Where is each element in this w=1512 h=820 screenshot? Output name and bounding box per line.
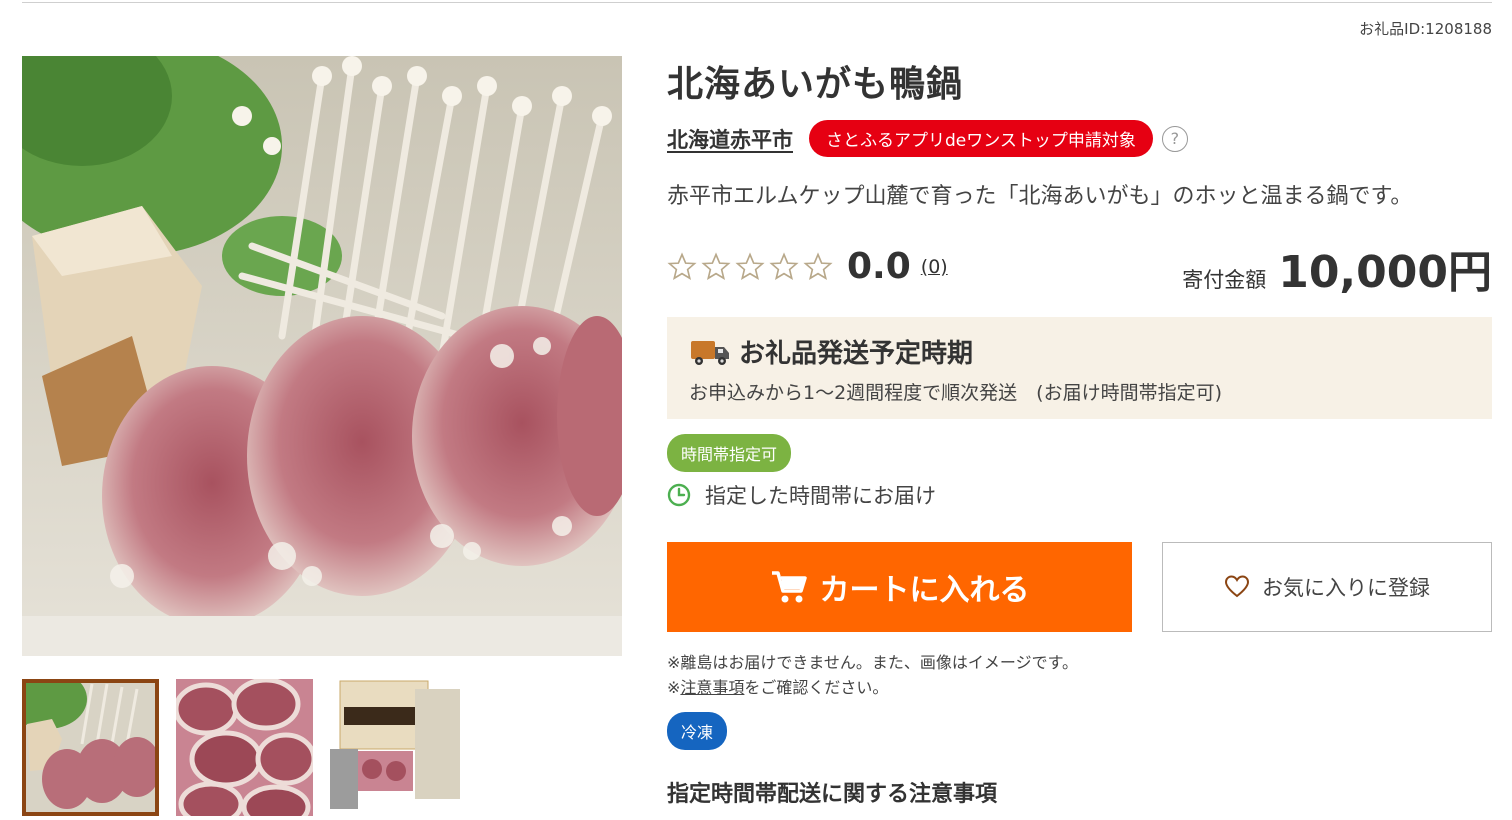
help-icon[interactable]: ? — [1161, 125, 1188, 152]
note-remote-islands: ※離島はお届けできません。また、画像はイメージです。 — [667, 653, 1079, 672]
add-favorite-label: お気に入りに登録 — [1262, 577, 1430, 600]
top-divider — [22, 2, 1492, 3]
rating-row: 0.0 (0) — [667, 246, 948, 287]
price-label: 寄付金額 — [1182, 268, 1267, 292]
precautions-link[interactable]: 注意事項 — [680, 678, 744, 697]
shipping-title: お礼品発送予定時期 — [739, 339, 974, 369]
thumbnail-strip — [22, 679, 467, 816]
star-outline-icon — [769, 251, 799, 280]
heart-icon — [1224, 575, 1250, 598]
star-outline-icon — [667, 251, 697, 280]
note-precautions: ※注意事項をご確認ください。 — [667, 674, 888, 698]
app-onestop-badge: さとふるアプリdeワンストップ申請対象 — [809, 120, 1153, 157]
thumbnail-2[interactable] — [176, 679, 313, 816]
shipping-schedule-box: お礼品発送予定時期 お申込みから1〜2週間程度で順次発送 (お届け時間帯指定可) — [667, 317, 1492, 419]
time-slot-badge: 時間帯指定可 — [667, 434, 792, 472]
add-to-cart-label: カートに入れる — [819, 574, 1030, 607]
note-suffix: をご確認ください。 — [744, 678, 889, 697]
cart-icon — [771, 571, 807, 603]
product-id: お礼品ID:1208188 — [1359, 20, 1492, 38]
review-count-link[interactable]: (0) — [921, 256, 948, 278]
rating-stars — [667, 251, 833, 282]
shipping-text: お申込みから1〜2週間程度で順次発送 (お届け時間帯指定可) — [689, 382, 1223, 404]
city-row: 北海道赤平市 さとふるアプリdeワンストップ申請対象 ? — [667, 120, 1188, 157]
star-outline-icon — [735, 251, 765, 280]
shipping-header: お礼品発送予定時期 — [689, 333, 1470, 370]
star-outline-icon — [803, 251, 833, 280]
star-outline-icon — [701, 251, 731, 280]
add-to-cart-button[interactable]: カートに入れる — [667, 542, 1132, 632]
note-prefix: ※ — [667, 678, 681, 697]
product-title: 北海あいがも鴨鍋 — [667, 64, 964, 105]
price-block: 寄付金額 10,000円 — [1182, 236, 1492, 300]
thumbnail-3[interactable] — [330, 679, 467, 816]
time-delivery-text: 指定した時間帯にお届け — [705, 484, 936, 508]
price-value: 10,000円 — [1278, 247, 1492, 298]
thumbnail-1[interactable] — [22, 679, 159, 816]
add-favorite-button[interactable]: お気に入りに登録 — [1162, 542, 1492, 632]
clock-icon — [667, 483, 691, 507]
time-delivery-row: 指定した時間帯にお届け — [667, 480, 936, 510]
rating-value: 0.0 — [847, 246, 911, 287]
main-product-image — [22, 56, 622, 656]
time-delivery-notes-heading: 指定時間帯配送に関する注意事項 — [667, 782, 998, 807]
product-description: 赤平市エルムケップ山麓で育った「北海あいがも」のホッと温まる鍋です。 — [667, 184, 1413, 209]
city-link[interactable]: 北海道赤平市 — [667, 124, 793, 154]
truck-icon — [691, 340, 729, 365]
frozen-badge: 冷凍 — [667, 712, 728, 750]
